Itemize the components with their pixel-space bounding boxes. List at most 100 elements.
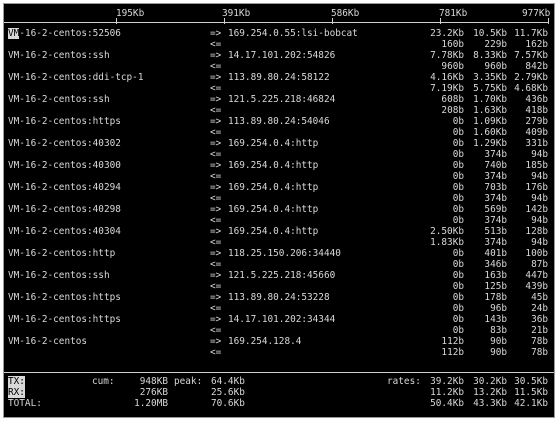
outbound-arrow: =>: [210, 270, 222, 281]
rx-label: RX:: [8, 387, 25, 398]
total-rate-2s: 50.4Kb: [430, 398, 464, 409]
rx-rate-40s: 409b: [525, 127, 548, 138]
total-rate-40s: 42.1Kb: [514, 398, 548, 409]
connection-row: VM-16-2-centos:http => 118.25.150.206:34…: [4, 248, 554, 270]
rx-rate-40s: 94b: [531, 149, 548, 160]
source-host: VM-16-2-centos:ssh: [8, 94, 110, 105]
tx-rate-2s: 608b: [441, 94, 464, 105]
scale-axis: [4, 22, 549, 23]
source-host: VM-16-2-centos:http: [8, 248, 116, 259]
connection-row: VM-16-2-centos:https => 113.89.80.24:540…: [4, 116, 554, 138]
rx-rate-2s: 1.83Kb: [430, 237, 464, 248]
connection-row: VM-16-2-centos:https => 113.89.80.24:532…: [4, 292, 554, 314]
source-host: VM-16-2-centos:https: [8, 292, 121, 303]
source-host: VM-16-2-centos:ssh: [8, 50, 110, 61]
tx-peak-value: 64.4Kb: [211, 376, 245, 387]
inbound-arrow: <=: [210, 215, 222, 226]
rx-rate-40s: 94b: [531, 237, 548, 248]
outbound-arrow: =>: [210, 138, 222, 149]
tx-rate-40s: 11.7Kb: [514, 28, 548, 39]
inbound-arrow: <=: [210, 325, 222, 336]
tx-rate-40s: 7.57Kb: [514, 50, 548, 61]
destination-host: 169.254.0.4:http: [228, 160, 319, 171]
rx-rate-2s: 0b: [452, 149, 464, 160]
connection-row: VM-16-2-centos:40304 => 169.254.0.4:http…: [4, 226, 554, 248]
tx-rate-40s: 185b: [525, 160, 548, 171]
scale-label: 586Kb: [331, 8, 360, 19]
rx-rate-2s: 0b: [452, 193, 464, 204]
tx-rate-40s: 78b: [531, 336, 548, 347]
iftop-terminal[interactable]: 195Kb 391Kb 586Kb 781Kb 977Kb VM-16-2-ce…: [3, 3, 555, 418]
source-host: VM-16-2-centos:40302: [8, 138, 121, 149]
inbound-arrow: <=: [210, 347, 222, 358]
inbound-arrow: <=: [210, 39, 222, 50]
tx-rate-2s: 0b: [452, 182, 464, 193]
source-host: VM-16-2-centos:40304: [8, 226, 121, 237]
tx-rate-2s: 0b: [452, 270, 464, 281]
scale-tick: [116, 18, 117, 24]
connection-row: VM-16-2-centos:40298 => 169.254.0.4:http…: [4, 204, 554, 226]
tx-rate-2s: 0b: [452, 292, 464, 303]
inbound-arrow: <=: [210, 127, 222, 138]
rx-rate-total-2s: 11.2Kb: [430, 387, 464, 398]
tx-rate-40s: 2.79Kb: [514, 72, 548, 83]
tx-rate-40s: 128b: [525, 226, 548, 237]
destination-host: 169.254.0.4:http: [228, 138, 319, 149]
rx-cum-value: 276KB: [139, 387, 168, 398]
tx-rate-40s: 447b: [525, 270, 548, 281]
inbound-arrow: <=: [210, 171, 222, 182]
rx-rate-40s: 4.68Kb: [514, 83, 548, 94]
source-host: VM-16-2-centos:40294: [8, 182, 121, 193]
tx-rate-40s: 36b: [531, 314, 548, 325]
destination-host: 113.89.80.24:53228: [228, 292, 330, 303]
tx-rate-40s: 100b: [525, 248, 548, 259]
rx-rate-40s: 94b: [531, 171, 548, 182]
tx-rate-40s: 436b: [525, 94, 548, 105]
tx-rate-2s: 0b: [452, 138, 464, 149]
total-label: TOTAL:: [8, 398, 42, 409]
inbound-arrow: <=: [210, 237, 222, 248]
connection-row: VM-16-2-centos:40300 => 169.254.0.4:http…: [4, 160, 554, 182]
rx-peak-value: 25.6Kb: [211, 387, 245, 398]
tx-cum-value: 948KB: [139, 376, 168, 387]
rx-rate-2s: 7.19Kb: [430, 83, 464, 94]
tx-rate-2s: 23.2Kb: [430, 28, 464, 39]
tx-rate-40s: 331b: [525, 138, 548, 149]
source-host: VM-16-2-centos:ddi-tcp-1: [8, 72, 144, 83]
rx-rate-2s: 0b: [452, 281, 464, 292]
source-host: VM-16-2-centos:https: [8, 314, 121, 325]
rx-rate-40s: 439b: [525, 281, 548, 292]
tx-rate-2s: 0b: [452, 160, 464, 171]
source-host: VM-16-2-centos:52506: [8, 28, 121, 39]
outbound-arrow: =>: [210, 182, 222, 193]
tx-rate-2s: 7.78Kb: [430, 50, 464, 61]
footer-separator: [4, 372, 554, 373]
rx-rate-2s: 0b: [452, 325, 464, 336]
rx-rate-40s: 94b: [531, 215, 548, 226]
destination-host: 169.254.0.4:http: [228, 226, 319, 237]
tx-rate-2s: 112b: [441, 336, 464, 347]
rx-rate-2s: 208b: [441, 105, 464, 116]
inbound-arrow: <=: [210, 105, 222, 116]
tx-rate-2s: 4.16Kb: [430, 72, 464, 83]
inbound-arrow: <=: [210, 303, 222, 314]
peak-label: peak:: [174, 376, 203, 387]
rx-rate-40s: 21b: [531, 325, 548, 336]
scale-tick: [332, 18, 333, 24]
rx-rate-2s: 0b: [452, 303, 464, 314]
inbound-arrow: <=: [210, 149, 222, 160]
connection-row: VM-16-2-centos:ddi-tcp-1 => 113.89.80.24…: [4, 72, 554, 94]
scale-tick: [224, 18, 225, 24]
outbound-arrow: =>: [210, 204, 222, 215]
rx-rate-total-40s: 11.5Kb: [514, 387, 548, 398]
rx-rate-40s: 162b: [525, 39, 548, 50]
inbound-arrow: <=: [210, 259, 222, 270]
scale-label: 391Kb: [222, 8, 251, 19]
outbound-arrow: =>: [210, 336, 222, 347]
tx-rate-40s: 279b: [525, 116, 548, 127]
rx-rate-2s: 112b: [441, 347, 464, 358]
tx-rate-2s: 0b: [452, 204, 464, 215]
source-host: VM-16-2-centos:40300: [8, 160, 121, 171]
outbound-arrow: =>: [210, 226, 222, 237]
inbound-arrow: <=: [210, 281, 222, 292]
